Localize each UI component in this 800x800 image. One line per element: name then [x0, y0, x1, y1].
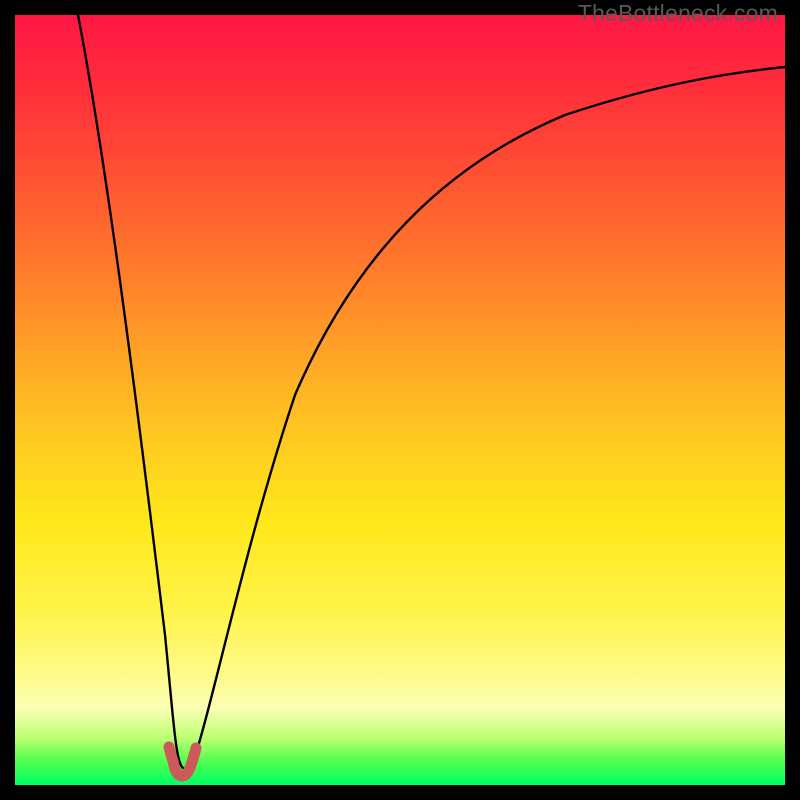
minimum-highlight-icon: [169, 747, 196, 776]
watermark-text: TheBottleneck.com: [578, 0, 778, 27]
chart-frame: TheBottleneck.com: [0, 0, 800, 800]
plot-area: [15, 15, 785, 785]
bottleneck-curve: [15, 15, 785, 785]
curve-path: [78, 15, 785, 769]
